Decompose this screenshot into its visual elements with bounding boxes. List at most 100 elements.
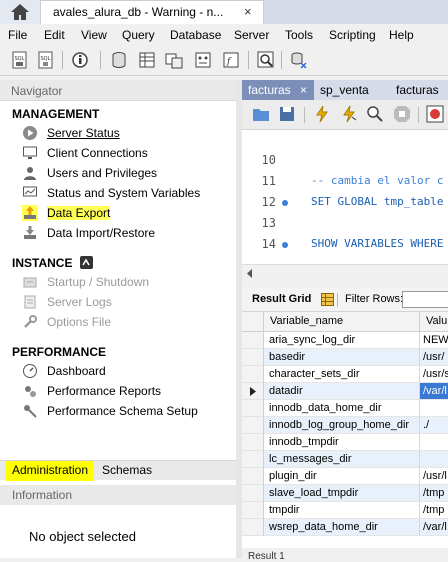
- cell-value[interactable]: NEWF: [420, 332, 448, 349]
- reconnect-button[interactable]: [288, 50, 308, 70]
- row-header[interactable]: [242, 451, 264, 468]
- result-tab[interactable]: Result 1: [248, 551, 285, 562]
- column-header-value[interactable]: Valu: [420, 312, 448, 332]
- nav-item-dashboard[interactable]: Dashboard: [22, 362, 222, 380]
- cell-variable-name[interactable]: character_sets_dir: [264, 366, 420, 383]
- nav-item-data-import-restore[interactable]: Data Import/Restore: [22, 224, 222, 242]
- row-header[interactable]: [242, 349, 264, 366]
- home-tab[interactable]: [0, 0, 40, 24]
- row-header[interactable]: [242, 366, 264, 383]
- close-icon[interactable]: ×: [300, 83, 307, 97]
- menu-tools[interactable]: Tools: [285, 28, 313, 42]
- filter-rows-input[interactable]: [402, 291, 448, 308]
- cell-value[interactable]: [420, 400, 448, 417]
- nav-item-startup-shutdown[interactable]: Startup / Shutdown: [22, 273, 222, 291]
- menu-query[interactable]: Query: [122, 28, 155, 42]
- row-header[interactable]: [242, 519, 264, 536]
- table-row[interactable]: wsrep_data_home_dir/var/l: [242, 519, 448, 536]
- result-grid[interactable]: Variable_name Valu aria_sync_log_dirNEWF…: [242, 312, 448, 548]
- cell-value[interactable]: /tmp: [420, 502, 448, 519]
- cell-value[interactable]: /usr/s: [420, 366, 448, 383]
- cell-value[interactable]: [420, 434, 448, 451]
- cell-variable-name[interactable]: innodb_log_group_home_dir: [264, 417, 420, 434]
- table-row[interactable]: plugin_dir/usr/l: [242, 468, 448, 485]
- stop-on-error-icon[interactable]: [426, 105, 444, 123]
- tab-sp-venta[interactable]: sp_venta: [320, 80, 369, 100]
- create-schema-button[interactable]: [109, 50, 129, 70]
- row-header[interactable]: [242, 502, 264, 519]
- row-header[interactable]: [242, 434, 264, 451]
- menu-scripting[interactable]: Scripting: [329, 28, 376, 42]
- menu-view[interactable]: View: [81, 28, 107, 42]
- open-sql-file-button[interactable]: SQL: [36, 50, 56, 70]
- nav-item-status-system-variables[interactable]: Status and System Variables: [22, 184, 222, 202]
- tab-administration[interactable]: Administration: [6, 461, 95, 481]
- table-row[interactable]: lc_messages_dir: [242, 451, 448, 468]
- horizontal-scrollbar[interactable]: [242, 264, 448, 282]
- table-row[interactable]: tmpdir/tmp: [242, 502, 448, 519]
- table-row[interactable]: basedir/usr/: [242, 349, 448, 366]
- tab-facturas[interactable]: facturas ×: [242, 80, 314, 100]
- nav-item-data-export[interactable]: Data Export: [22, 204, 222, 222]
- row-header[interactable]: [242, 400, 264, 417]
- nav-item-server-logs[interactable]: Server Logs: [22, 293, 222, 311]
- row-header[interactable]: [242, 417, 264, 434]
- cell-variable-name[interactable]: plugin_dir: [264, 468, 420, 485]
- cell-variable-name[interactable]: basedir: [264, 349, 420, 366]
- nav-item-options-file[interactable]: Options File: [22, 313, 222, 331]
- save-icon[interactable]: [279, 106, 295, 122]
- tab-facturas-2[interactable]: facturas: [396, 80, 439, 100]
- cell-variable-name[interactable]: aria_sync_log_dir: [264, 332, 420, 349]
- nav-item-performance-schema-setup[interactable]: Performance Schema Setup: [22, 402, 222, 420]
- cell-value[interactable]: /var/l: [420, 519, 448, 536]
- table-row[interactable]: innodb_tmpdir: [242, 434, 448, 451]
- cell-value[interactable]: /usr/l: [420, 468, 448, 485]
- search-table-data-button[interactable]: [256, 50, 276, 70]
- table-row[interactable]: aria_sync_log_dirNEWF: [242, 332, 448, 349]
- table-row[interactable]: innodb_log_group_home_dir ./: [242, 417, 448, 434]
- open-folder-icon[interactable]: [252, 106, 270, 122]
- menu-database[interactable]: Database: [170, 28, 221, 42]
- cell-value[interactable]: [420, 451, 448, 468]
- cell-variable-name[interactable]: slave_load_tmpdir: [264, 485, 420, 502]
- cell-variable-name[interactable]: innodb_tmpdir: [264, 434, 420, 451]
- cell-value[interactable]: ./: [420, 417, 448, 434]
- nav-item-server-status[interactable]: Server Status: [22, 124, 222, 142]
- menu-server[interactable]: Server: [234, 28, 269, 42]
- explain-icon[interactable]: [366, 105, 384, 123]
- row-header[interactable]: [242, 468, 264, 485]
- cell-variable-name[interactable]: tmpdir: [264, 502, 420, 519]
- cell-variable-name[interactable]: datadir: [264, 383, 420, 400]
- table-row[interactable]: slave_load_tmpdir/tmp: [242, 485, 448, 502]
- create-function-button[interactable]: f: [221, 50, 241, 70]
- cell-variable-name[interactable]: lc_messages_dir: [264, 451, 420, 468]
- create-procedure-button[interactable]: [193, 50, 213, 70]
- create-view-button[interactable]: [164, 50, 184, 70]
- create-table-button[interactable]: [137, 50, 157, 70]
- new-sql-tab-button[interactable]: SQL: [10, 50, 30, 70]
- cell-variable-name[interactable]: wsrep_data_home_dir: [264, 519, 420, 536]
- close-icon[interactable]: ×: [244, 4, 252, 19]
- menu-file[interactable]: File: [8, 28, 27, 42]
- inspector-button[interactable]: [70, 50, 90, 70]
- cell-value[interactable]: /tmp: [420, 485, 448, 502]
- row-header[interactable]: [242, 332, 264, 349]
- execute-icon[interactable]: [314, 105, 330, 123]
- cell-value[interactable]: /usr/: [420, 349, 448, 366]
- table-row[interactable]: innodb_data_home_dir: [242, 400, 448, 417]
- row-header[interactable]: [242, 485, 264, 502]
- table-row[interactable]: datadir/var/l: [242, 383, 448, 400]
- nav-item-client-connections[interactable]: Client Connections: [22, 144, 222, 162]
- column-header-variable-name[interactable]: Variable_name: [264, 312, 420, 332]
- execute-current-icon[interactable]: [341, 105, 357, 123]
- nav-item-users-privileges[interactable]: Users and Privileges: [22, 164, 222, 182]
- result-grid-tab[interactable]: Result Grid: [252, 293, 311, 305]
- menu-edit[interactable]: Edit: [44, 28, 65, 42]
- nav-item-performance-reports[interactable]: Performance Reports: [22, 382, 222, 400]
- table-row[interactable]: character_sets_dir/usr/s: [242, 366, 448, 383]
- stop-icon[interactable]: [393, 105, 411, 123]
- row-header[interactable]: [242, 383, 264, 400]
- sql-editor[interactable]: 10 11 -- cambia el valor c 12 SET GLOBAL tmp…: [242, 130, 448, 264]
- cell-value[interactable]: /var/l: [420, 383, 448, 400]
- scroll-left-icon[interactable]: [246, 269, 254, 278]
